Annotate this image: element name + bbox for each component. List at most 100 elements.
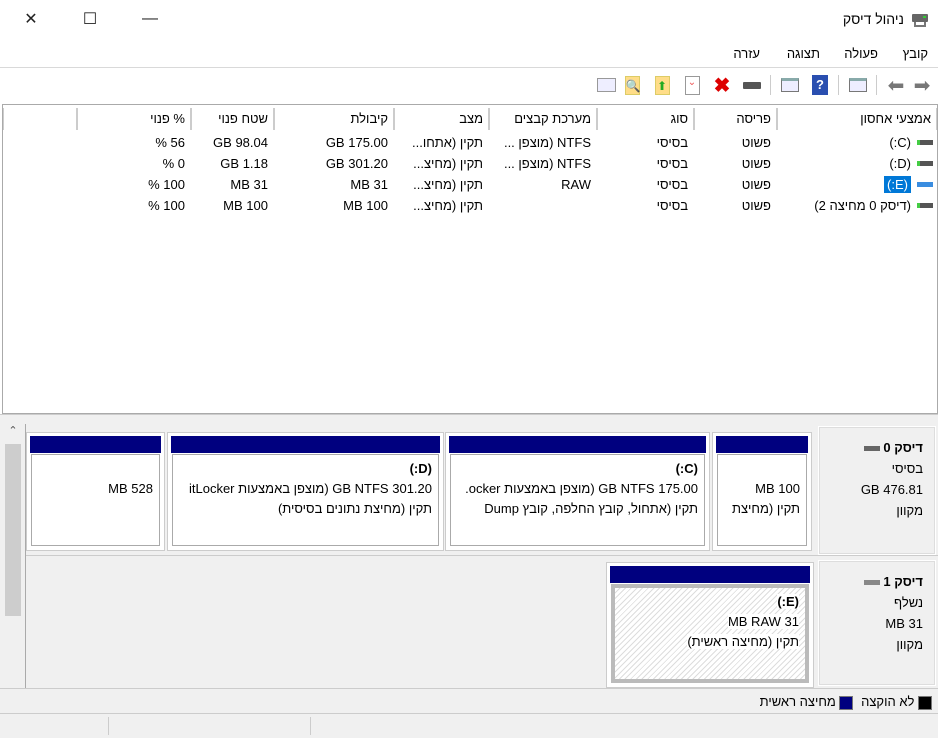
cell-capacity: 301.20 GB [325, 156, 388, 171]
disk-1-label[interactable]: דיסק 1 נשלף 31 MB מקוון [818, 560, 936, 686]
close-button[interactable]: ✕ [8, 0, 54, 38]
minimize-icon: — [142, 10, 158, 27]
column-header-filesystem[interactable]: מערכת קבצים [489, 108, 597, 130]
partition-info: 301.20 GB NTFS (מוצפן באמצעות itLocker [188, 481, 432, 496]
partition-status: תקין (מחיצה ראשית) [687, 634, 799, 649]
drive-icon [917, 203, 933, 208]
disk-size: 476.81 GB [860, 482, 923, 497]
delete-icon[interactable]: ✖ [710, 73, 734, 97]
partition-c[interactable]: (C:) 175.00 GB NTFS (מוצפן באמצעות ocker… [445, 432, 710, 551]
help-icon[interactable]: ? [808, 73, 832, 97]
cell-capacity: 31 MB [350, 177, 388, 192]
settings-list-icon[interactable] [594, 73, 618, 97]
minimize-button[interactable]: — [127, 0, 173, 38]
cell-type: בסיסי [656, 177, 688, 192]
cell-capacity: 175.00 GB [325, 135, 388, 150]
partition-unallocated[interactable]: 528 MB [26, 432, 165, 551]
cell-pct: 56 % [155, 135, 185, 150]
disk-state: מקוון [896, 637, 923, 652]
partition-status: תקין (אתחול, קובץ החלפה, קובץ Dump [484, 501, 698, 516]
disk-management-icon [910, 12, 930, 28]
menu-file[interactable]: קובץ [903, 46, 928, 61]
drive-icon [917, 140, 933, 145]
partition-title: (E:) [777, 594, 799, 609]
connect-disk-icon[interactable] [740, 73, 764, 97]
column-header-capacity[interactable]: קיבולת [274, 108, 394, 130]
cell-status: תקין (אתחו... [412, 135, 483, 150]
partition-bar [449, 436, 706, 453]
disk-icon [863, 580, 880, 586]
cell-type: בסיסי [656, 156, 688, 171]
disk-type: בסיסי [891, 461, 923, 476]
cell-fs: NTFS (מוצפן ... [503, 156, 591, 171]
show-hide-action-pane-icon[interactable] [778, 73, 802, 97]
column-header-free-space[interactable]: שטח פנוי [191, 108, 274, 130]
disk-name: דיסק 0 [883, 440, 923, 455]
column-header-type[interactable]: סוג [597, 108, 694, 130]
column-header-percent-free[interactable]: % פנוי [77, 108, 191, 130]
volume-list: אמצעי אחסון פריסה סוג מערכת קבצים מצב קי… [2, 104, 938, 414]
table-row[interactable]: (E:) פשוט בסיסי RAW תקין (מחיצ... 31 MB 31 MB 1… [3, 175, 937, 196]
column-header-layout[interactable]: פריסה [694, 108, 777, 130]
toolbar: ➡ ⬅ ? ✖ ⌄ ⬆ 🔍 [0, 69, 938, 101]
cell-name: (E:) [777, 175, 937, 196]
menu-action[interactable]: פעולה [844, 46, 878, 61]
cell-status: תקין (מחיצ... [413, 177, 483, 192]
volume-name: (D:) [889, 156, 911, 171]
cell-free: 1.18 GB [220, 156, 268, 171]
partition-info: 175.00 GB NTFS (מוצפן באמצעות ocker. [465, 481, 698, 496]
partition-d[interactable]: (D:) 301.20 GB NTFS (מוצפן באמצעות itLoc… [167, 432, 444, 551]
table-row[interactable]: (דיסק 0 מחיצה 2) פשוט בסיסי תקין (מחיצ... 10… [3, 196, 937, 217]
explore-icon[interactable]: 🔍 [620, 73, 644, 97]
legend-primary-partition: מחיצה ראשית [759, 694, 836, 709]
show-hide-console-tree-icon[interactable] [846, 73, 870, 97]
disk-0-label[interactable]: דיסק 0 בסיסי 476.81 GB מקוון [818, 426, 936, 555]
legend: לא הוקצה מחיצה ראשית [0, 688, 938, 714]
primary-partition-swatch [839, 695, 854, 710]
partition-bar [716, 436, 808, 453]
cell-type: בסיסי [656, 135, 688, 150]
column-header-status[interactable]: מצב [394, 108, 489, 130]
scroll-up-icon[interactable]: ⌃ [2, 424, 24, 442]
partition-title: (D:) [409, 461, 432, 476]
cell-free: 98.04 GB [213, 135, 268, 150]
partition-status: תקין (מחיצת [731, 501, 800, 516]
menu-help[interactable]: עזרה [733, 46, 760, 61]
menu-bar: קובץ פעולה תצוגה עזרה [0, 40, 938, 68]
disk-state: מקוון [896, 503, 923, 518]
status-bar [0, 714, 938, 738]
forward-icon[interactable]: ➡ [910, 73, 934, 97]
cell-layout: פשוט [741, 177, 771, 192]
menu-view[interactable]: תצוגה [787, 46, 820, 61]
cell-pct: 100 % [148, 177, 185, 192]
maximize-button[interactable]: ☐ [67, 0, 113, 38]
volume-name: (E:) [884, 176, 911, 193]
cell-layout: פשוט [741, 135, 771, 150]
properties-icon[interactable]: ⌄ [680, 73, 704, 97]
scrollbar-thumb[interactable] [5, 444, 21, 616]
cell-type: בסיסי [656, 198, 688, 213]
cell-status: תקין (מחיצ... [413, 198, 483, 213]
close-icon: ✕ [24, 11, 38, 28]
partition-bar [171, 436, 440, 453]
partition-status: תקין (מחיצת נתונים בסיסית) [277, 501, 432, 516]
back-icon[interactable]: ⬅ [884, 73, 908, 97]
title-bar: ✕ ☐ — ניהול דיסק [0, 0, 938, 40]
legend-unallocated: לא הוקצה [861, 694, 915, 709]
partition-system-reserved[interactable]: 100 MB תקין (מחיצת [712, 432, 812, 551]
column-header-empty [3, 108, 77, 130]
cell-pct: 100 % [148, 198, 185, 213]
partition-e[interactable]: (E:) 31 MB RAW תקין (מחיצה ראשית) [606, 562, 814, 688]
partition-bar [610, 566, 810, 583]
volume-name: (דיסק 0 מחיצה 2) [814, 198, 911, 213]
vertical-scrollbar[interactable]: ⌃ [2, 424, 24, 688]
cell-fs: NTFS (מוצפן ... [503, 135, 591, 150]
open-icon[interactable]: ⬆ [650, 73, 674, 97]
drive-icon [917, 161, 933, 166]
cell-pct: 0 % [162, 156, 185, 171]
maximize-icon: ☐ [82, 11, 98, 28]
disk-icon [863, 446, 880, 452]
column-header-volume[interactable]: אמצעי אחסון [777, 108, 937, 130]
table-row[interactable]: (C:) פשוט בסיסי NTFS (מוצפן ... תקין (אתחו..… [3, 133, 937, 154]
table-row[interactable]: (D:) פשוט בסיסי NTFS (מוצפן ... תקין (מחיצ..… [3, 154, 937, 175]
